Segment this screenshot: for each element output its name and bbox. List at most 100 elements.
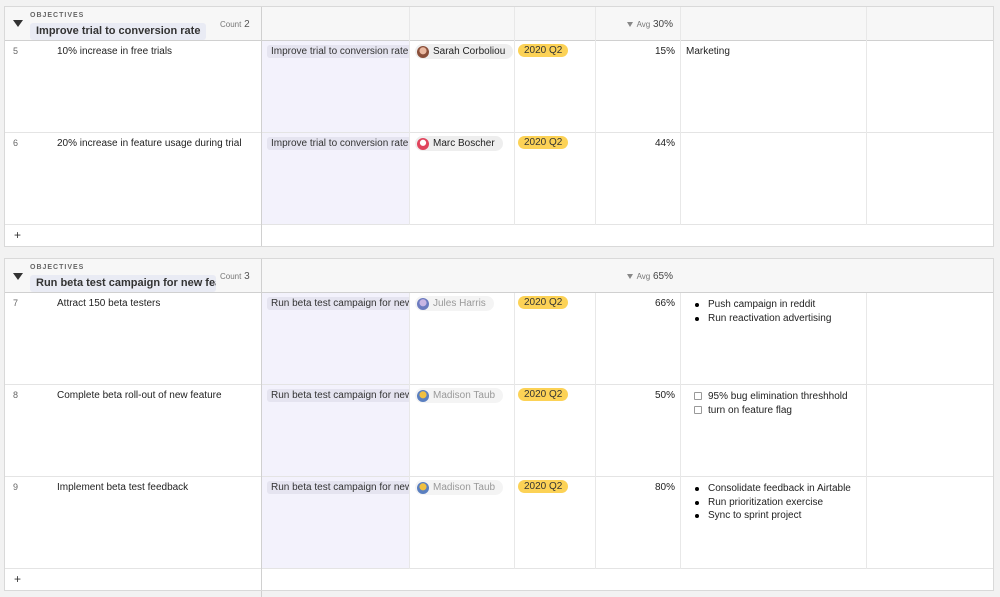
column-divider (595, 7, 596, 225)
table-row[interactable]: 7 Attract 150 beta testers Run beta test… (5, 293, 993, 385)
quarter-cell[interactable]: 2020 Q2 (514, 293, 595, 384)
column-divider (514, 293, 515, 569)
notes-cell[interactable]: Push campaign in reddit Run reactivation… (680, 293, 866, 384)
key-result-name[interactable]: Attract 150 beta testers (35, 293, 261, 384)
quarter-badge: 2020 Q2 (518, 480, 569, 493)
notes-cell[interactable] (680, 133, 866, 224)
objective-cell[interactable]: Run beta test campaign for new feature (262, 477, 409, 568)
column-divider (514, 7, 515, 225)
owner-chip[interactable]: Marc Boscher (415, 136, 503, 151)
column-divider (680, 7, 681, 225)
avatar (417, 389, 429, 402)
count-value: 3 (244, 271, 250, 282)
group-header: OBJECTIVES Improve trial to conversion r… (5, 7, 993, 41)
column-divider (409, 293, 410, 569)
table-row[interactable]: 5 10% increase in free trials Improve tr… (5, 41, 993, 133)
dropdown-arrow-icon[interactable] (626, 273, 633, 279)
plus-icon[interactable]: + (14, 228, 21, 242)
record-group: OBJECTIVES Run beta test campaign for ne… (4, 258, 994, 591)
quarter-badge: 2020 Q2 (518, 136, 569, 149)
group-name: Improve trial to conversion rate (30, 23, 207, 40)
owner-name: Marc Boscher (433, 138, 495, 149)
owner-cell[interactable]: Jules Harris (409, 293, 514, 384)
dropdown-arrow-icon[interactable] (626, 21, 633, 27)
quarter-badge: 2020 Q2 (518, 388, 569, 401)
count-label: Count (220, 272, 242, 281)
key-result-name[interactable]: Complete beta roll-out of new feature (35, 385, 261, 476)
avatar (417, 297, 429, 310)
key-result-name[interactable]: Implement beta test feedback (35, 477, 261, 568)
owner-name: Jules Harris (433, 298, 486, 309)
notes-bullet-list: Push campaign in reddit Run reactivation… (686, 298, 866, 325)
column-divider (409, 7, 410, 225)
owner-cell[interactable]: Marc Boscher (409, 133, 514, 224)
row-number: 8 (13, 390, 19, 400)
owner-chip[interactable]: Madison Taub (415, 480, 504, 495)
percent-complete[interactable]: 50% (595, 385, 680, 476)
column-divider (595, 293, 596, 569)
table-row[interactable]: 9 Implement beta test feedback Run beta … (5, 477, 993, 569)
owner-name: Sarah Corboliou (433, 46, 506, 57)
percent-complete[interactable]: 44% (595, 133, 680, 224)
column-divider (261, 591, 262, 597)
objective-link[interactable]: Run beta test campaign for new feature (267, 389, 409, 402)
table-row[interactable]: 8 Complete beta roll-out of new feature … (5, 385, 993, 477)
add-row[interactable]: + (5, 225, 993, 247)
notes-cell[interactable]: 95% bug elimination threshhold turn on f… (680, 385, 866, 476)
percent-complete[interactable]: 66% (595, 293, 680, 384)
key-result-name[interactable]: 10% increase in free trials (35, 41, 261, 132)
notes-checklist: 95% bug elimination threshhold turn on f… (686, 390, 866, 417)
list-item: Run reactivation advertising (686, 312, 866, 326)
owner-chip[interactable]: Madison Taub (415, 388, 504, 403)
group-count: Count 3 (220, 271, 250, 282)
objective-cell[interactable]: Improve trial to conversion rate (262, 41, 409, 132)
objective-link[interactable]: Improve trial to conversion rate (267, 137, 409, 150)
column-divider (261, 259, 262, 590)
key-result-name[interactable]: 20% increase in feature usage during tri… (35, 133, 261, 224)
objective-link[interactable]: Run beta test campaign for new feature (267, 481, 409, 494)
quarter-badge: 2020 Q2 (518, 296, 569, 309)
owner-cell[interactable]: Madison Taub (409, 385, 514, 476)
notes-cell[interactable]: Marketing (680, 41, 866, 132)
notes-cell[interactable]: Consolidate feedback in Airtable Run pri… (680, 477, 866, 568)
notes-bullet-list: Consolidate feedback in Airtable Run pri… (686, 482, 866, 523)
checklist-item[interactable]: 95% bug elimination threshhold (686, 390, 866, 404)
avatar (417, 481, 429, 494)
owner-cell[interactable]: Madison Taub (409, 477, 514, 568)
objective-cell[interactable]: Run beta test campaign for new feature (262, 293, 409, 384)
caret-down-icon[interactable] (13, 20, 23, 27)
quarter-badge: 2020 Q2 (518, 44, 569, 57)
list-item: Consolidate feedback in Airtable (686, 482, 866, 496)
avatar (417, 137, 429, 150)
objective-cell[interactable]: Improve trial to conversion rate (262, 133, 409, 224)
owner-chip[interactable]: Jules Harris (415, 296, 494, 311)
objective-cell[interactable]: Run beta test campaign for new feature (262, 385, 409, 476)
checklist-item[interactable]: turn on feature flag (686, 404, 866, 418)
count-label: Count (220, 20, 242, 29)
quarter-cell[interactable]: 2020 Q2 (514, 41, 595, 132)
column-divider (680, 293, 681, 569)
avg-value: 65% (652, 271, 673, 282)
group-count: Count 2 (220, 19, 250, 30)
owner-cell[interactable]: Sarah Corboliou (409, 41, 514, 132)
objective-link[interactable]: Improve trial to conversion rate (267, 45, 409, 58)
owner-chip[interactable]: Sarah Corboliou (415, 44, 514, 59)
add-row[interactable]: + (5, 569, 993, 591)
row-number: 5 (13, 46, 19, 56)
percent-complete[interactable]: 80% (595, 477, 680, 568)
plus-icon[interactable]: + (14, 572, 21, 586)
percent-complete[interactable]: 15% (595, 41, 680, 132)
column-divider (261, 7, 262, 246)
column-divider (866, 293, 867, 569)
count-value: 2 (244, 19, 250, 30)
owner-name: Madison Taub (433, 390, 496, 401)
quarter-cell[interactable]: 2020 Q2 (514, 477, 595, 568)
objective-link[interactable]: Run beta test campaign for new feature (267, 297, 409, 310)
column-divider (866, 7, 867, 225)
quarter-cell[interactable]: 2020 Q2 (514, 133, 595, 224)
table-row[interactable]: 6 20% increase in feature usage during t… (5, 133, 993, 225)
caret-down-icon[interactable] (13, 273, 23, 280)
row-number: 9 (13, 482, 19, 492)
quarter-cell[interactable]: 2020 Q2 (514, 385, 595, 476)
avatar (417, 45, 429, 58)
